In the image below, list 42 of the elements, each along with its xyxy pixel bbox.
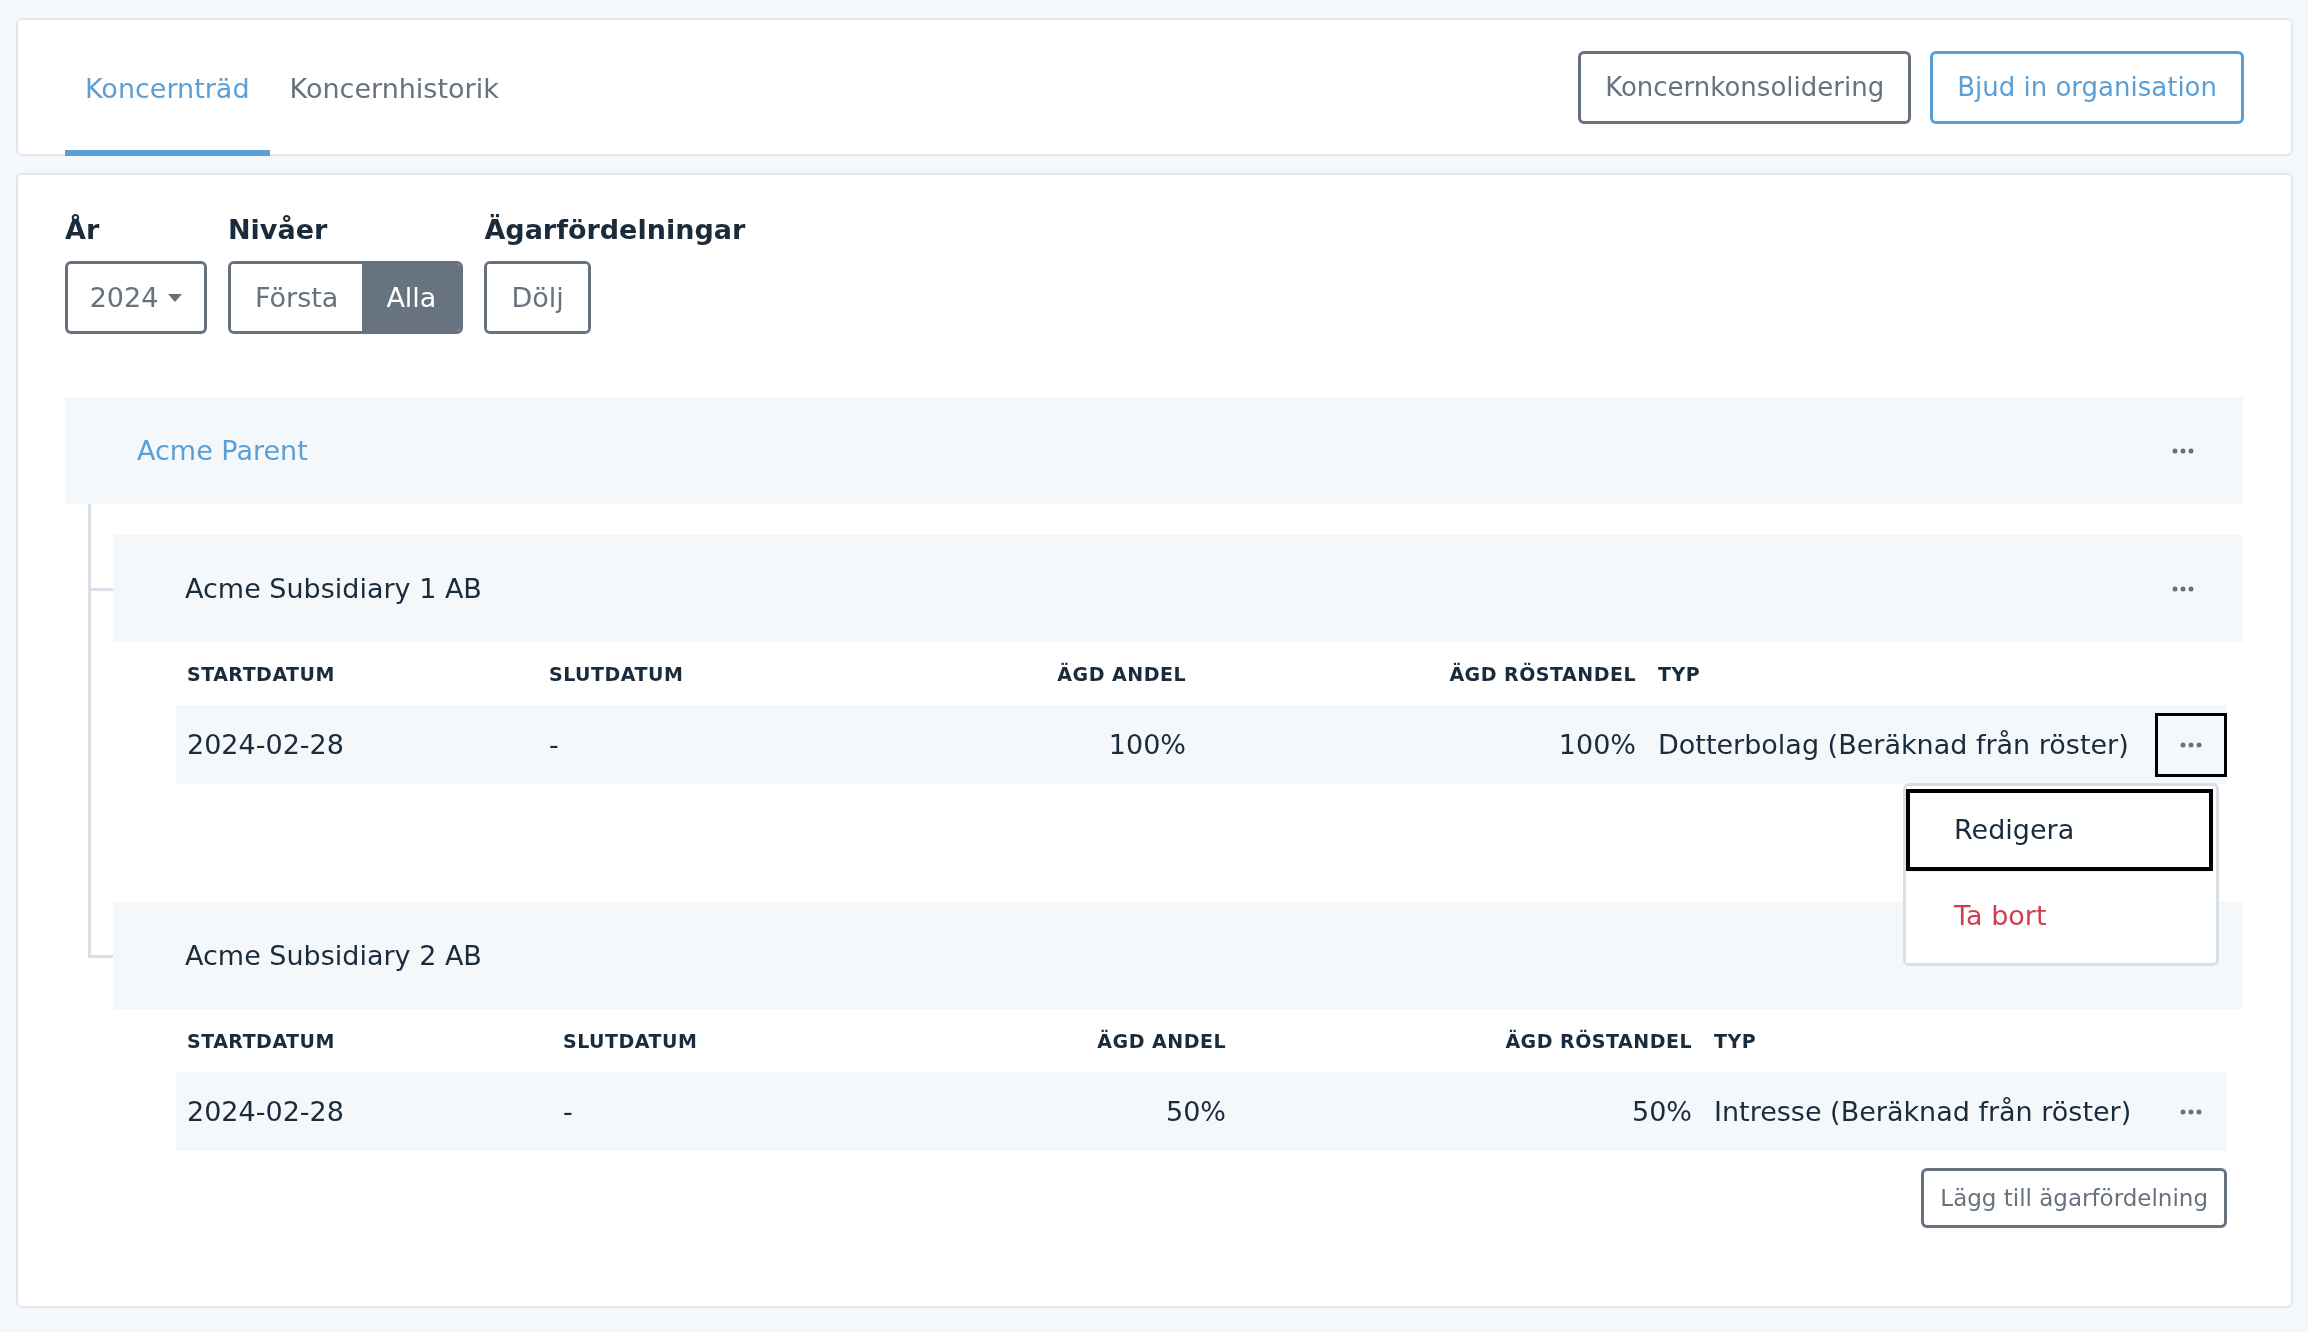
column-header: TYP <box>1713 1029 1758 1052</box>
menu-item[interactable]: Ta bort <box>1906 870 2213 963</box>
tab[interactable]: Koncernhistorik <box>269 26 519 156</box>
table-cell-text: - <box>562 1096 574 1127</box>
tab[interactable]: Koncernträd <box>65 26 270 156</box>
column-header: STARTDATUM <box>186 662 336 685</box>
consolidation-button[interactable]: Koncernkonsolidering <box>1578 50 1912 124</box>
table-cell-text: 50% <box>1165 1096 1227 1127</box>
more-button[interactable] <box>2155 712 2227 777</box>
table-cell-text: 50% <box>1631 1096 1693 1127</box>
more-icon <box>2172 585 2194 592</box>
table-cell-text: Intresse (Beräknad från röster) <box>1713 1096 2133 1127</box>
table-cell-text: 2024-02-28 <box>186 1096 345 1127</box>
table-cell-text: 100% <box>1557 729 1637 760</box>
caret-icon <box>168 293 183 302</box>
invite-button[interactable]: Bjud in organisation <box>1930 50 2244 124</box>
company-name: Acme Subsidiary 2 AB <box>185 940 482 971</box>
column-header: ÄGD RÖSTANDEL <box>1448 662 1637 685</box>
filter-label: Nivåer <box>228 213 328 247</box>
column-header: STARTDATUM <box>186 1029 336 1052</box>
filter-label: Ägarfördelningar <box>484 213 746 247</box>
column-header: SLUTDATUM <box>548 662 685 685</box>
column-header: SLUTDATUM <box>562 1029 699 1052</box>
toggle-option[interactable]: Dölj <box>487 264 588 331</box>
company-link[interactable]: Acme Parent <box>137 435 308 466</box>
more-icon <box>2172 447 2194 454</box>
table-cell-text: Dotterbolag (Beräknad från röster) <box>1657 729 2130 760</box>
table-cell-text: 100% <box>1107 729 1187 760</box>
year-dropdown[interactable]: 2024 <box>65 261 207 334</box>
table-cell-text: - <box>548 729 560 760</box>
toggle-option[interactable]: Alla <box>362 264 461 331</box>
company-name: Acme Subsidiary 1 AB <box>185 573 482 604</box>
menu-item[interactable]: Redigera <box>1906 788 2213 871</box>
column-header: TYP <box>1657 662 1702 685</box>
add-ownership-button[interactable]: Lägg till ägarfördelning <box>1921 1168 2227 1228</box>
more-icon <box>2180 1108 2202 1115</box>
more-icon <box>2180 741 2202 748</box>
filter-label: År <box>65 213 100 247</box>
column-header: ÄGD ANDEL <box>1056 662 1187 685</box>
table-cell-text: 2024-02-28 <box>186 729 345 760</box>
column-header: ÄGD ANDEL <box>1096 1029 1227 1052</box>
column-header: ÄGD RÖSTANDEL <box>1504 1029 1693 1052</box>
